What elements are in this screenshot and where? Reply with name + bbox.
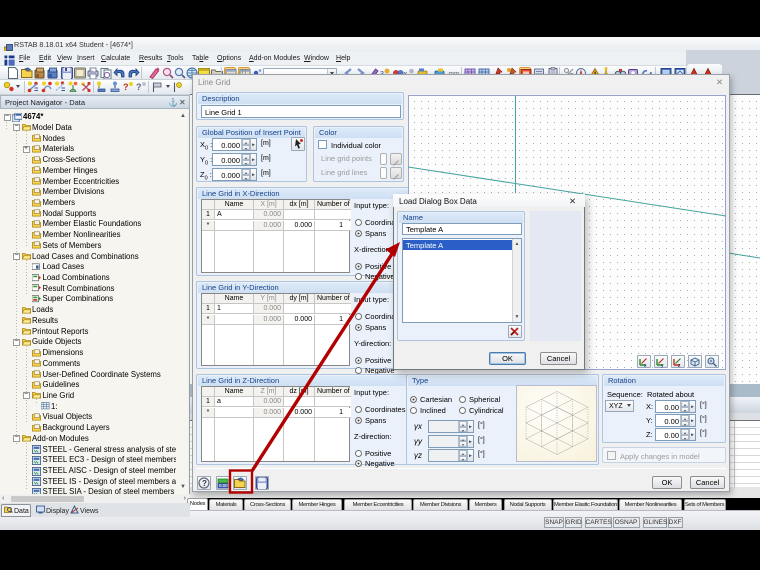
svg-text:?: ?	[202, 479, 207, 488]
svg-text:0.00: 0.00	[219, 483, 228, 488]
svg-text:y: y	[661, 363, 664, 368]
svg-text:z: z	[678, 363, 681, 368]
svg-text:x: x	[644, 363, 647, 368]
